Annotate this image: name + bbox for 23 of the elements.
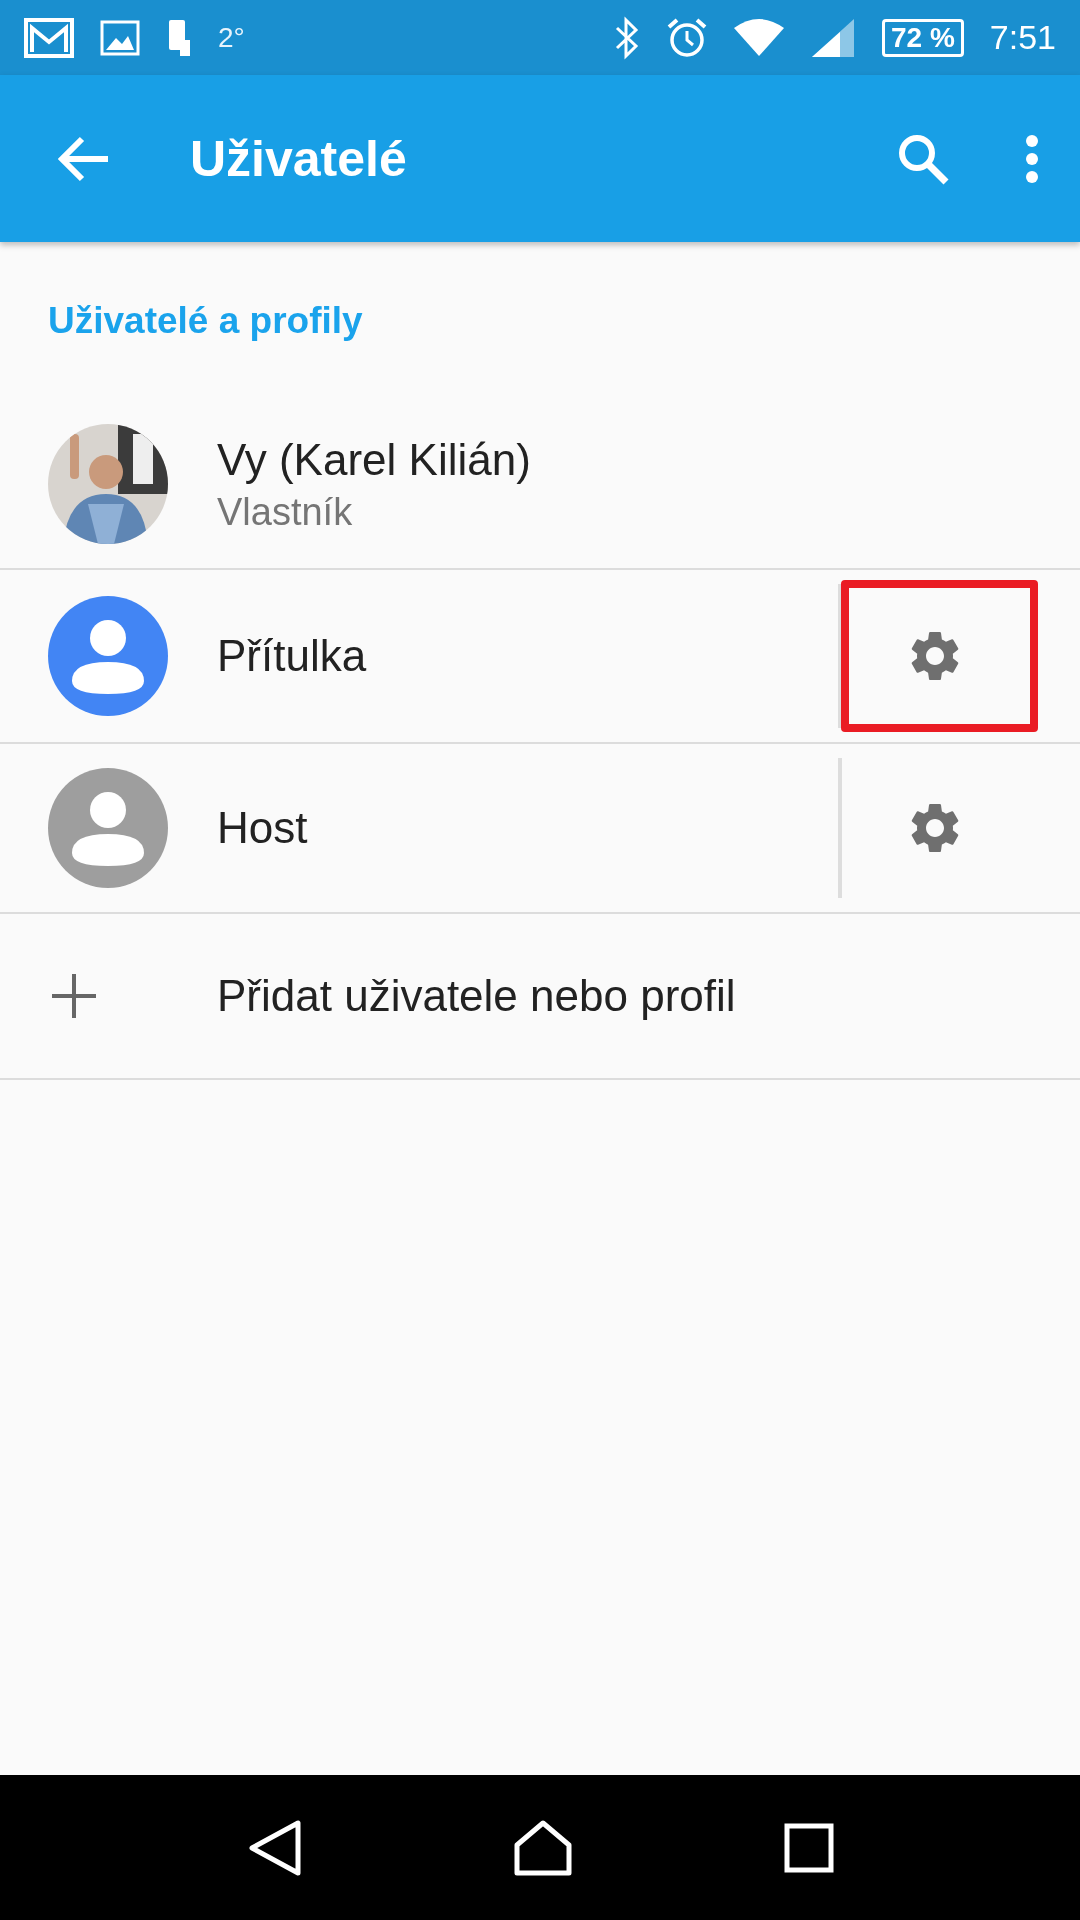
section-header: Uživatelé a profily [48,300,363,342]
add-user-link[interactable]: Přidat uživatele nebo profil [217,971,736,1021]
wifi-icon [734,17,784,58]
user-name[interactable]: Přítulka [217,631,367,681]
bluetooth-icon [614,15,640,60]
person-avatar-icon [48,596,168,716]
recents-icon[interactable] [784,1822,835,1873]
home-icon[interactable] [513,1818,573,1877]
plus-icon[interactable] [52,974,96,1018]
alarm-icon [666,16,708,59]
user-role: Vlastník [217,490,354,534]
battery-indicator: 72 % [882,18,964,57]
person-avatar-icon [48,768,168,888]
mail-icon [24,17,74,58]
clock-text: 7:51 [989,18,1056,57]
signal-icon [810,16,856,59]
temperature-text: 2° [218,21,245,54]
user-name[interactable]: Host [217,803,308,853]
phone-icon [166,17,192,58]
menu-icon[interactable] [1024,134,1040,183]
image-icon [100,19,140,56]
user-name[interactable]: Vy (Karel Kilián) [217,434,531,485]
screen-title: Uživatelé [190,129,407,188]
